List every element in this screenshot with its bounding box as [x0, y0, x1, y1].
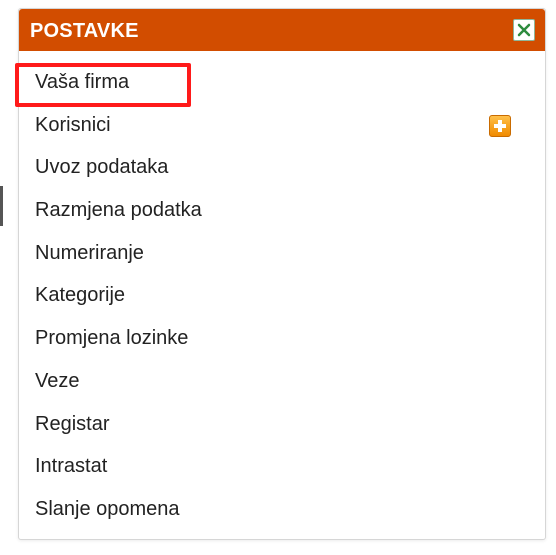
settings-panel: POSTAVKE Vaša firma Korisnici Uvoz podat… — [15, 8, 546, 540]
add-icon[interactable] — [489, 114, 511, 137]
menu-item-label: Veze — [35, 369, 80, 392]
close-button[interactable] — [513, 19, 535, 41]
settings-menu: Vaša firma Korisnici Uvoz podataka Razmj… — [15, 61, 545, 531]
menu-item-korisnici[interactable]: Korisnici — [19, 104, 545, 147]
menu-item-kategorije[interactable]: Kategorije — [19, 274, 545, 317]
panel-title: POSTAVKE — [30, 20, 139, 42]
menu-item-label: Registar — [35, 412, 110, 435]
menu-item-label: Promjena lozinke — [35, 327, 189, 350]
close-icon — [517, 23, 531, 37]
menu-item-intrastat[interactable]: Intrastat — [19, 445, 545, 488]
menu-item-vasa-firma[interactable]: Vaša firma — [15, 61, 545, 107]
menu-item-veze[interactable]: Veze — [19, 360, 545, 403]
menu-item-label: Intrastat — [35, 455, 108, 478]
menu-item-label: Vaša firma — [35, 71, 130, 93]
background-edge — [0, 186, 3, 226]
menu-item-label: Numeriranje — [35, 241, 144, 264]
menu-item-promjena-lozinke[interactable]: Promjena lozinke — [19, 317, 545, 360]
menu-item-razmjena-podatka[interactable]: Razmjena podatka — [19, 189, 545, 232]
menu-item-label: Slanje opomena — [35, 497, 180, 520]
menu-item-label: Korisnici — [35, 113, 111, 136]
menu-item-registar[interactable]: Registar — [19, 403, 545, 446]
menu-item-uvoz-podataka[interactable]: Uvoz podataka — [19, 146, 545, 189]
menu-item-numeriranje[interactable]: Numeriranje — [19, 232, 545, 275]
menu-item-label: Uvoz podataka — [35, 156, 169, 179]
menu-item-label: Razmjena podatka — [35, 199, 202, 222]
menu-item-label: Kategorije — [35, 284, 126, 307]
page: POSTAVKE Vaša firma Korisnici Uvoz podat… — [0, 0, 556, 555]
panel-header: POSTAVKE — [19, 9, 545, 51]
menu-item-slanje-opomena[interactable]: Slanje opomena — [19, 488, 545, 531]
